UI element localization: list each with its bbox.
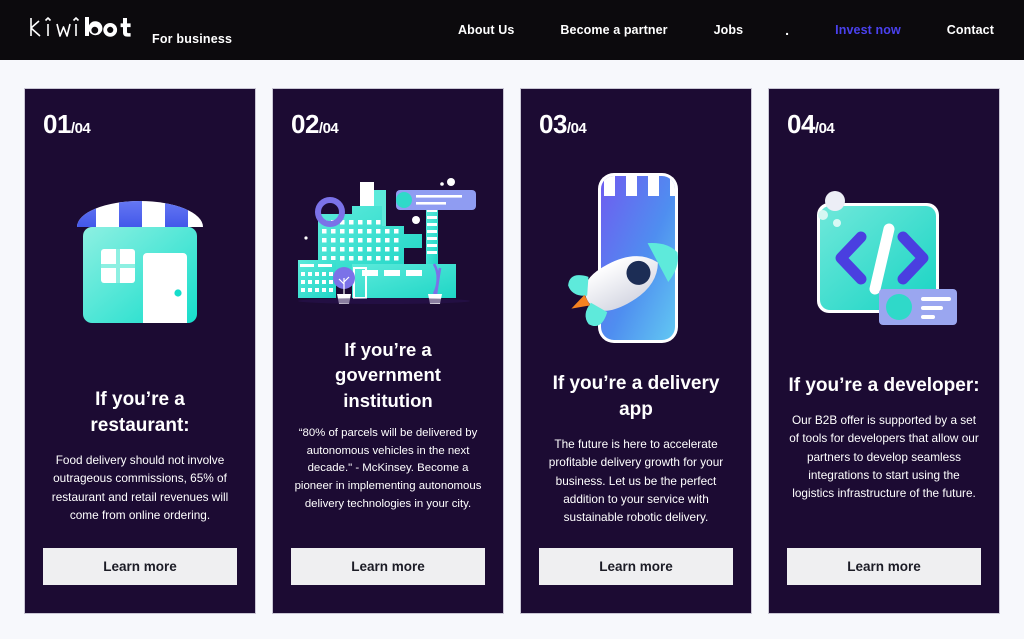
card-body: The future is here to accelerate profita… [548,437,724,525]
card-number: 03/04 [539,111,733,137]
card-body: “80% of parcels will be delivered by aut… [294,427,482,510]
card-action-area: Learn more [291,526,485,613]
card-title: If you’re a restaurant: [90,389,190,437]
card-number: 04/04 [787,111,981,137]
card-government-institution[interactable]: 02/04 If you’re a government institution… [272,88,504,615]
card-number: 01/04 [43,111,237,137]
card-body: Food delivery should not involve outrage… [51,453,229,522]
illustration-storefront [43,145,237,379]
learn-more-button[interactable]: Learn more [43,548,237,586]
card-restaurant[interactable]: 01/04 If you’re a restaurant: Food deliv… [24,88,256,615]
illustration-rocket-phone [539,151,733,365]
illustration-cityscape [291,155,485,331]
site-header: For business About Us Become a partner J… [0,0,1024,60]
card-action-area: Learn more [787,526,981,613]
card-total: /04 [318,120,339,137]
cityscape-icon [298,178,476,304]
logo-tagline: For business [152,31,233,46]
code-brackets-icon [816,190,957,325]
card-index: 01 [43,109,71,139]
card-index: 04 [787,109,815,139]
main-nav: About Us Become a partner Jobs . Invest … [458,22,994,38]
card-title: If you’re a developer: [788,375,980,396]
card-index: 02 [291,109,319,139]
logo[interactable]: For business [28,14,232,47]
storefront-icon [77,201,203,323]
nav-item-separator-dot: . [785,22,790,38]
illustration-code-brackets [787,155,981,367]
learn-more-button[interactable]: Learn more [787,548,981,586]
learn-more-button[interactable]: Learn more [539,548,733,586]
nav-item-become-a-partner[interactable]: Become a partner [560,23,667,37]
nav-item-about-us[interactable]: About Us [458,23,514,37]
card-grid: 01/04 If you’re a restaurant: Food deliv… [0,60,1024,615]
nav-item-contact[interactable]: Contact [947,23,994,37]
card-total: /04 [814,120,835,137]
card-total: /04 [566,120,587,137]
rocket-phone-icon [568,173,678,343]
card-action-area: Learn more [539,526,733,613]
card-title: If you’re a delivery app [552,373,720,421]
card-developer[interactable]: 04/04 If you’re a developer: Our B2B off… [768,88,1000,615]
card-number: 02/04 [291,111,485,137]
card-body: Our B2B offer is supported by a set of t… [789,413,979,501]
card-title: If you’re a government institution [335,339,441,411]
learn-more-button[interactable]: Learn more [291,548,485,586]
card-delivery-app[interactable]: 03/04 If you’re a delivery app The futur… [520,88,752,615]
card-total: /04 [70,120,91,137]
kiwibot-logo-icon [30,16,131,37]
nav-item-invest-now[interactable]: Invest now [835,23,901,37]
nav-item-jobs[interactable]: Jobs [714,23,744,37]
card-action-area: Learn more [43,526,237,613]
card-index: 03 [539,109,567,139]
